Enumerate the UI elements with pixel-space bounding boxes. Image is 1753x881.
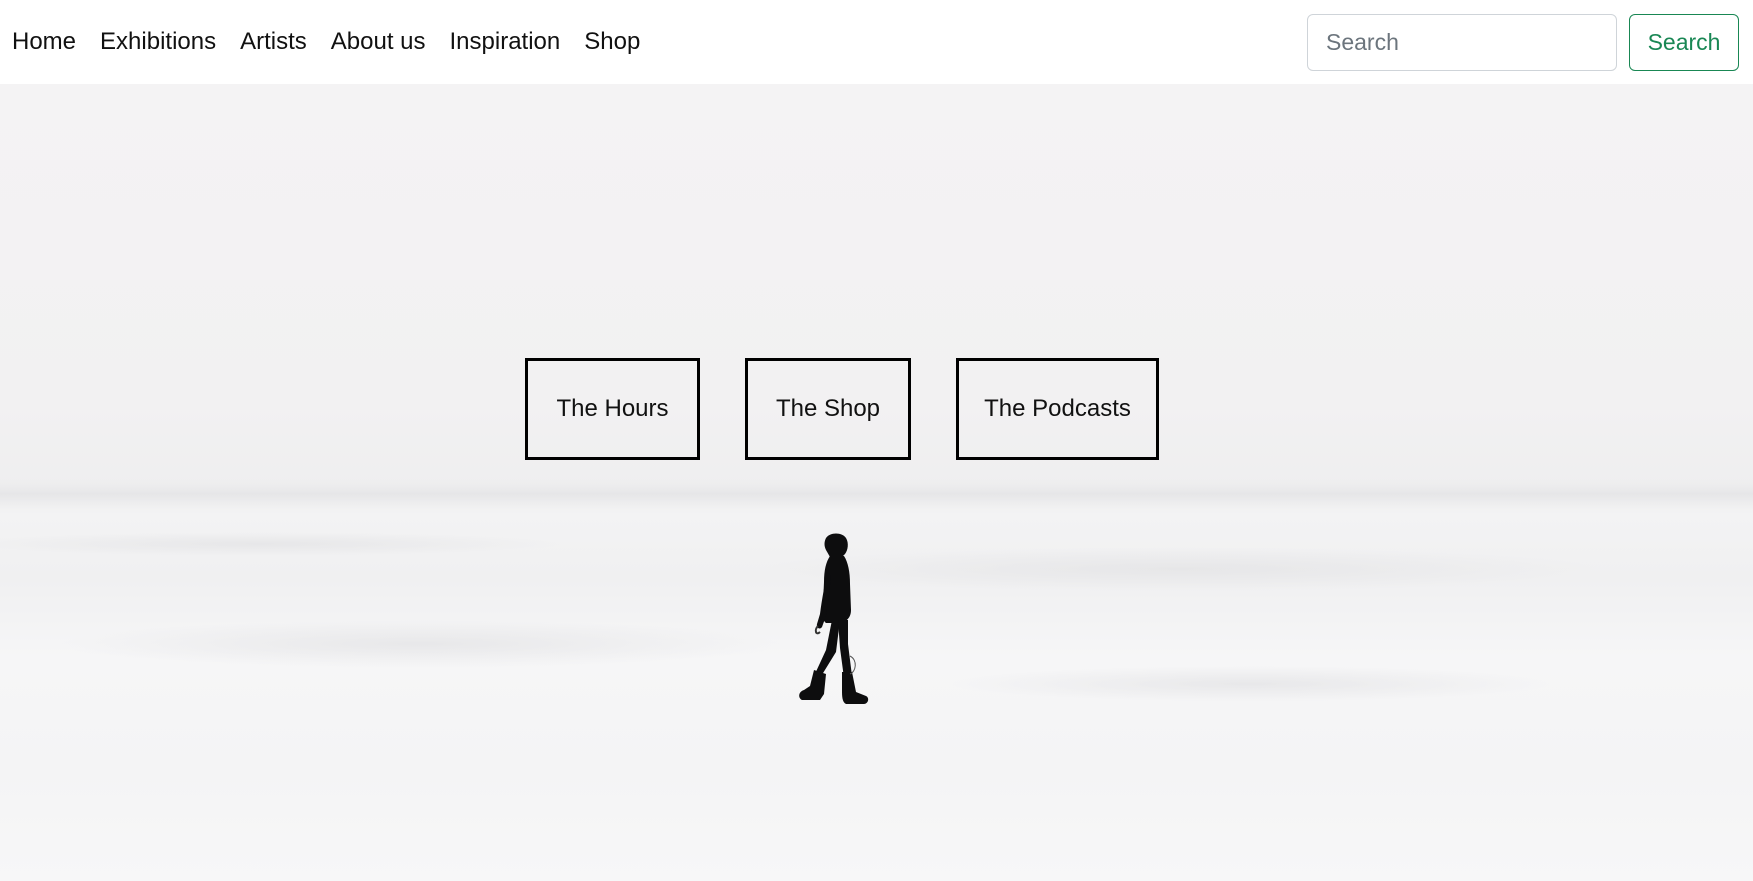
nav-link-about-us[interactable]: About us <box>331 0 426 84</box>
nav-link-shop[interactable]: Shop <box>584 0 640 84</box>
search-input[interactable] <box>1307 14 1617 71</box>
the-podcasts-button[interactable]: The Podcasts <box>956 358 1159 460</box>
nav-link-inspiration[interactable]: Inspiration <box>450 0 561 84</box>
snow-landscape-background <box>0 479 1753 702</box>
walking-person-figure <box>799 533 869 704</box>
the-hours-button[interactable]: The Hours <box>525 358 700 460</box>
search-form: Search <box>1307 14 1739 71</box>
the-shop-button[interactable]: The Shop <box>745 358 911 460</box>
hero-button-group: The Hours The Shop The Podcasts <box>0 358 1753 460</box>
nav-link-home[interactable]: Home <box>12 0 76 84</box>
nav-link-artists[interactable]: Artists <box>240 0 307 84</box>
nav-links: Home Exhibitions Artists About us Inspir… <box>12 0 664 84</box>
top-navbar: Home Exhibitions Artists About us Inspir… <box>0 0 1753 84</box>
hero-section: The Hours The Shop The Podcasts <box>0 84 1753 881</box>
nav-link-exhibitions[interactable]: Exhibitions <box>100 0 216 84</box>
search-button[interactable]: Search <box>1629 14 1739 71</box>
